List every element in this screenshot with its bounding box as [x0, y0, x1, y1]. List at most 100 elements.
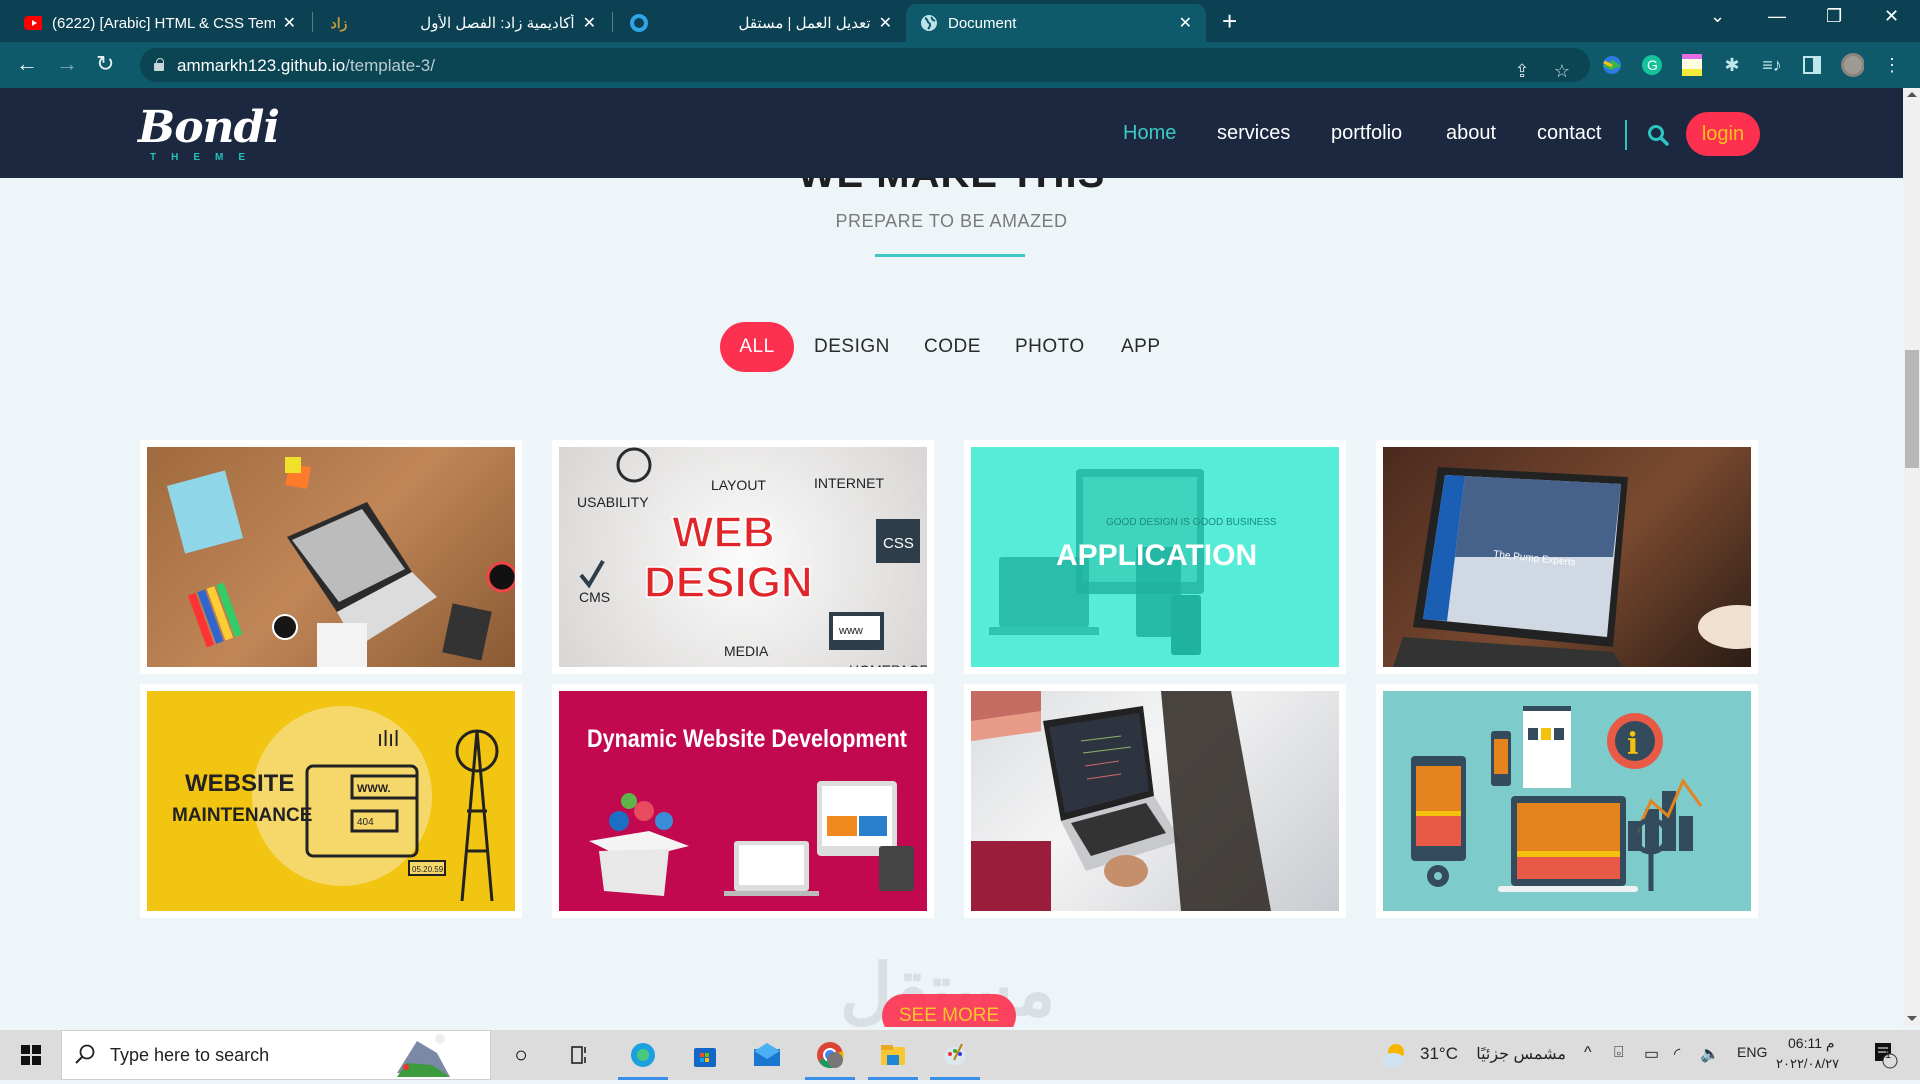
wifi-icon[interactable]: ◜: [1674, 1044, 1680, 1064]
search-icon: [74, 1043, 96, 1070]
restore-button[interactable]: ❐: [1826, 6, 1842, 27]
cortana-icon[interactable]: ○: [506, 1040, 536, 1070]
svg-text:i: i: [1627, 727, 1638, 762]
notes-extension-icon[interactable]: [1680, 53, 1704, 77]
url-text[interactable]: ammarkh123.github.io/template-3/: [177, 56, 435, 76]
puzzle-icon[interactable]: ✱: [1720, 53, 1744, 77]
svg-text:WEBSITE: WEBSITE: [185, 770, 294, 797]
meet-now-icon[interactable]: ⌻: [1614, 1044, 1624, 1062]
nav-home[interactable]: Home: [1123, 122, 1176, 145]
svg-text:MEDIA: MEDIA: [724, 643, 769, 659]
close-window-button[interactable]: ✕: [1884, 6, 1899, 27]
browser-tab[interactable]: (6222) [Arabic] HTML & CSS Tem ✕: [10, 4, 310, 42]
nav-portfolio[interactable]: portfolio: [1331, 122, 1402, 145]
input-language[interactable]: ENG: [1737, 1044, 1767, 1060]
menu-icon[interactable]: ⋮: [1880, 53, 1904, 77]
designer-desk-photo: [147, 447, 515, 667]
site-header: Bondi THEME Home services portfolio abou…: [0, 88, 1903, 178]
site-logo[interactable]: Bondi: [138, 102, 280, 153]
weather-description[interactable]: مشمس جزئيًا: [1470, 1044, 1566, 1064]
filter-app[interactable]: APP: [1121, 322, 1161, 372]
youtube-icon: [24, 14, 42, 32]
section-underline: [875, 254, 1025, 257]
svg-text:USABILITY: USABILITY: [577, 494, 649, 510]
portfolio-item[interactable]: The Pump Experts: [1376, 440, 1758, 674]
filter-all[interactable]: ALL: [720, 322, 794, 372]
responsive-devices-illustration: i: [1383, 691, 1751, 911]
nav-contact[interactable]: contact: [1537, 122, 1601, 145]
tab-search-icon[interactable]: ⌄: [1710, 6, 1725, 27]
website-maintenance: WEBSITE MAINTENANCE WWW. 404 05.20.59 ıl…: [147, 691, 515, 911]
reload-icon[interactable]: ↻: [96, 51, 114, 77]
portfolio-item[interactable]: [964, 684, 1346, 918]
portfolio-item[interactable]: [140, 440, 522, 674]
address-bar[interactable]: ammarkh123.github.io/template-3/ ⇪ ☆: [140, 48, 1590, 82]
svg-text:G: G: [1647, 57, 1658, 73]
share-icon[interactable]: ⇪: [1510, 59, 1534, 83]
mail-icon[interactable]: [752, 1040, 782, 1070]
clock-time[interactable]: 06:11 م: [1788, 1035, 1835, 1052]
search-icon[interactable]: [1647, 124, 1669, 146]
forward-icon[interactable]: →: [56, 51, 78, 77]
close-tab-icon[interactable]: ✕: [583, 13, 596, 33]
svg-text:DESIGN: DESIGN: [644, 558, 813, 607]
battery-icon[interactable]: ▭: [1644, 1044, 1659, 1064]
portfolio-item[interactable]: WEBSITE MAINTENANCE WWW. 404 05.20.59 ıl…: [140, 684, 522, 918]
profile-avatar[interactable]: [1840, 53, 1864, 77]
scroll-down-arrow[interactable]: [1907, 1016, 1917, 1021]
edge-icon[interactable]: [628, 1040, 658, 1070]
microsoft-store-icon[interactable]: [690, 1040, 720, 1070]
portfolio-item[interactable]: GOOD DESIGN IS GOOD BUSINESS APPLICATION: [964, 440, 1346, 674]
tab-separator: [612, 12, 613, 32]
browser-tab-active[interactable]: Document ✕: [906, 4, 1206, 42]
portfolio-item[interactable]: USABILITY LAYOUT INTERNET CSS CMS MEDIA …: [552, 440, 934, 674]
browser-tab[interactable]: تعديل العمل | مستقل ✕: [616, 4, 906, 42]
task-view-icon[interactable]: [565, 1040, 595, 1070]
file-explorer-icon[interactable]: [878, 1040, 908, 1070]
portfolio-item[interactable]: i: [1376, 684, 1758, 918]
close-tab-icon[interactable]: ✕: [1179, 13, 1192, 33]
windows-start-icon[interactable]: [16, 1040, 46, 1070]
login-button[interactable]: login: [1686, 112, 1760, 156]
clock-date[interactable]: ٢٠٢٢/٠٨/٢٧: [1776, 1056, 1839, 1072]
nav-services[interactable]: services: [1217, 122, 1290, 145]
search-placeholder: Type here to search: [110, 1045, 270, 1065]
media-icon[interactable]: ≡♪: [1760, 53, 1784, 77]
idm-icon[interactable]: [1600, 53, 1624, 77]
svg-text:WEB: WEB: [672, 508, 775, 557]
see-more-button[interactable]: SEE MORE: [882, 994, 1016, 1027]
scrollbar-thumb[interactable]: [1905, 350, 1919, 468]
filter-photo[interactable]: PHOTO: [1015, 322, 1085, 372]
section-title: WE MAKE THIS: [0, 178, 1903, 197]
minimize-button[interactable]: —: [1768, 6, 1786, 27]
filter-design[interactable]: DESIGN: [814, 322, 890, 372]
portfolio-item[interactable]: Dynamic Website Development: [552, 684, 934, 918]
sidepanel-icon[interactable]: [1800, 53, 1824, 77]
svg-text:05.20.59: 05.20.59: [412, 865, 444, 874]
scroll-up-arrow[interactable]: [1907, 92, 1917, 97]
filter-code[interactable]: CODE: [924, 322, 981, 372]
close-tab-icon[interactable]: ✕: [283, 13, 296, 33]
page-scrollbar[interactable]: [1903, 88, 1920, 1025]
tab-title: تعديل العمل | مستقل: [738, 15, 871, 32]
tab-title: Document: [948, 14, 1017, 32]
back-icon[interactable]: ←: [16, 51, 38, 77]
taskbar-search[interactable]: Type here to search: [61, 1030, 491, 1080]
browser-tab-strip: (6222) [Arabic] HTML & CSS Tem ✕ زاد أكا…: [0, 0, 1920, 42]
nav-about[interactable]: about: [1446, 122, 1496, 145]
volume-icon[interactable]: 🔈: [1700, 1044, 1720, 1064]
new-tab-button[interactable]: +: [1222, 6, 1237, 36]
show-hidden-icons[interactable]: ^: [1584, 1044, 1592, 1062]
dynamic-website-development: Dynamic Website Development: [559, 691, 927, 911]
browser-tab[interactable]: زاد أكاديمية زاد: الفصل الأول ✕: [316, 4, 610, 42]
weather-temperature[interactable]: 31°C: [1420, 1044, 1458, 1064]
svg-text:HOMEPAGE: HOMEPAGE: [849, 662, 927, 667]
paint-icon[interactable]: [940, 1040, 970, 1070]
svg-text:Dynamic Website Development: Dynamic Website Development: [587, 725, 908, 753]
chrome-icon[interactable]: [815, 1040, 845, 1070]
svg-text:LAYOUT: LAYOUT: [711, 477, 766, 493]
grammarly-icon[interactable]: G: [1640, 53, 1664, 77]
star-icon[interactable]: ☆: [1550, 59, 1574, 83]
weather-icon[interactable]: [1380, 1040, 1410, 1070]
close-tab-icon[interactable]: ✕: [879, 13, 892, 33]
